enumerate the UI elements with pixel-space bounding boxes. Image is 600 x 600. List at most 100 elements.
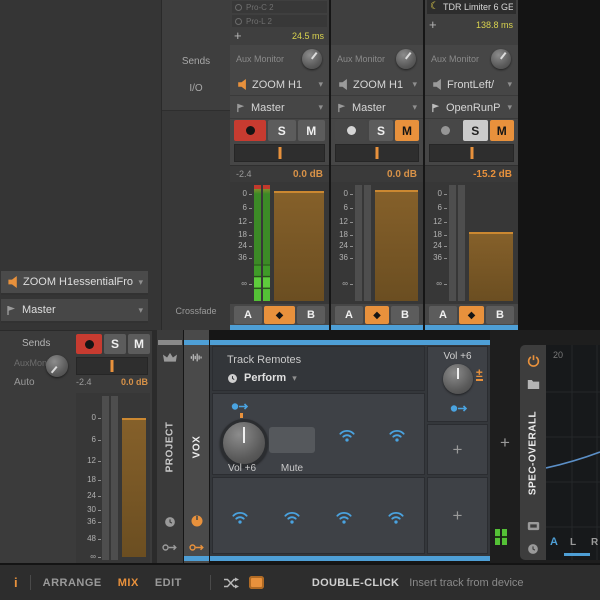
volume-fader[interactable] [122,418,146,557]
channel-a-label[interactable]: A [550,536,558,548]
vol-side-knob[interactable] [443,364,473,394]
output-chooser[interactable]: OpenRunP ▾ [425,97,518,119]
volume-fader[interactable] [469,232,513,301]
mod-amount-icon[interactable]: ± [476,367,483,381]
input-chooser[interactable]: ZOOM H1 ▾ [331,74,423,96]
pan-knob-icon[interactable] [191,515,203,527]
input-chooser[interactable]: FrontLeft/ ▾ [425,74,518,96]
pan-control[interactable] [76,357,148,375]
solo-button[interactable]: S [369,120,393,141]
device-slot[interactable]: Pro-C 2 [232,1,327,13]
clock-icon[interactable] [164,516,176,528]
display-toggle-icon[interactable] [527,521,540,531]
device-name: Pro-L 2 [246,16,272,26]
view-arrange-button[interactable]: ARRANGE [43,577,102,589]
io-section-label[interactable]: I/O [162,83,230,94]
meter-scale-label: 0 [427,189,447,199]
mapping-key-icon[interactable] [189,542,205,553]
add-remote-slot-button[interactable]: + [427,424,488,475]
tab-vox-track[interactable]: VOX [184,330,209,563]
bypass-moon-icon[interactable]: ☾ [430,2,439,12]
pan-control[interactable] [335,144,419,162]
record-arm-button[interactable] [335,120,367,141]
meter-scale-label: 36 [333,253,353,263]
record-arm-button[interactable] [429,120,461,141]
modulation-route-icon[interactable] [231,401,249,412]
wifi-mapping-icon[interactable] [282,509,302,525]
crossfade-assign-button[interactable]: ◆ [264,306,295,324]
crossfade-section-label[interactable]: Crossfade [162,306,230,316]
crossfade-assign-button[interactable]: ◆ [459,306,484,324]
mapping-key-icon[interactable] [162,542,178,553]
volume-fader[interactable] [274,191,324,301]
add-device-button[interactable]: + [496,433,514,452]
fader-value: -15.2 dB [473,168,512,180]
aux-send-knob[interactable] [491,49,511,69]
device-power-icon[interactable] [235,3,242,11]
ab-b-button[interactable]: B [486,306,514,324]
view-mix-button[interactable]: MIX [118,577,139,589]
vol-remote-knob[interactable] [220,419,268,467]
sends-section-label[interactable]: Sends [162,56,230,67]
volume-fader[interactable] [375,190,418,301]
info-button[interactable]: i [14,575,18,590]
mute-button[interactable]: M [395,120,419,141]
solo-button[interactable]: S [104,334,126,354]
view-edit-button[interactable]: EDIT [155,577,182,589]
track-output-chooser[interactable]: Master ▾ [1,299,148,323]
power-icon[interactable] [527,354,540,367]
ab-b-button[interactable]: B [297,306,325,324]
ab-b-button[interactable]: B [391,306,419,324]
meter-scale-label: 24 [232,241,252,251]
solo-button[interactable]: S [268,120,296,141]
solo-button[interactable]: S [463,120,488,141]
mute-remote-button[interactable] [269,427,315,453]
diamond-icon: ◆ [275,309,284,321]
wifi-mapping-icon[interactable] [387,427,407,443]
aux-send-knob[interactable] [396,49,416,69]
chevron-down-icon: ▾ [292,372,297,383]
channel-l-label[interactable]: L [570,537,576,548]
record-arm-button[interactable] [234,120,266,141]
mute-label: Mute [280,463,304,474]
wifi-mapping-icon[interactable] [230,509,250,525]
ab-a-button[interactable]: A [429,306,457,324]
ab-a-button[interactable]: A [335,306,363,324]
meter-scale-label: 6 [333,203,353,213]
device-meter-left [495,529,500,545]
remote-page-chooser[interactable]: Perform ▾ [227,372,297,384]
pan-control[interactable] [429,144,514,162]
mute-button[interactable]: M [489,120,514,141]
wifi-mapping-icon[interactable] [337,427,357,443]
mute-button[interactable]: M [128,334,150,354]
fader-value: 0.0 dB [292,168,323,180]
mute-button[interactable]: M [297,120,325,141]
aux-send-knob[interactable] [46,355,68,377]
add-remote-slot-button[interactable]: + [427,477,488,554]
track-input-chooser[interactable]: ZOOM H1essentialFron ▾ [1,271,148,295]
clock-icon [228,373,237,383]
output-chooser[interactable]: Master ▾ [331,97,423,119]
folder-icon[interactable] [527,379,540,390]
automation-mode-label[interactable]: Auto [14,377,35,388]
device-power-icon[interactable] [235,17,242,25]
tab-project[interactable]: PROJECT [157,330,183,563]
channel-r-label[interactable]: R [591,537,598,548]
wifi-mapping-icon[interactable] [334,509,354,525]
device-slot[interactable]: ☾ TDR Limiter 6 GE [427,0,516,14]
record-arm-button[interactable] [76,334,102,354]
shuffle-icon[interactable] [223,577,239,589]
groove-icon[interactable] [248,576,264,589]
output-chooser[interactable]: Master ▾ [230,97,329,119]
device-slot[interactable]: Pro-L 2 [232,15,327,27]
clock-icon[interactable] [527,543,539,555]
add-device-button[interactable]: + [429,18,437,31]
pan-control[interactable] [234,144,325,162]
modulation-route-icon[interactable] [450,403,468,414]
ab-a-button[interactable]: A [234,306,262,324]
aux-send-knob[interactable] [302,49,322,69]
crossfade-assign-button[interactable]: ◆ [365,306,389,324]
add-device-button[interactable]: + [234,29,242,42]
input-chooser[interactable]: ZOOM H1 ▾ [230,74,329,96]
wifi-mapping-icon[interactable] [386,509,406,525]
